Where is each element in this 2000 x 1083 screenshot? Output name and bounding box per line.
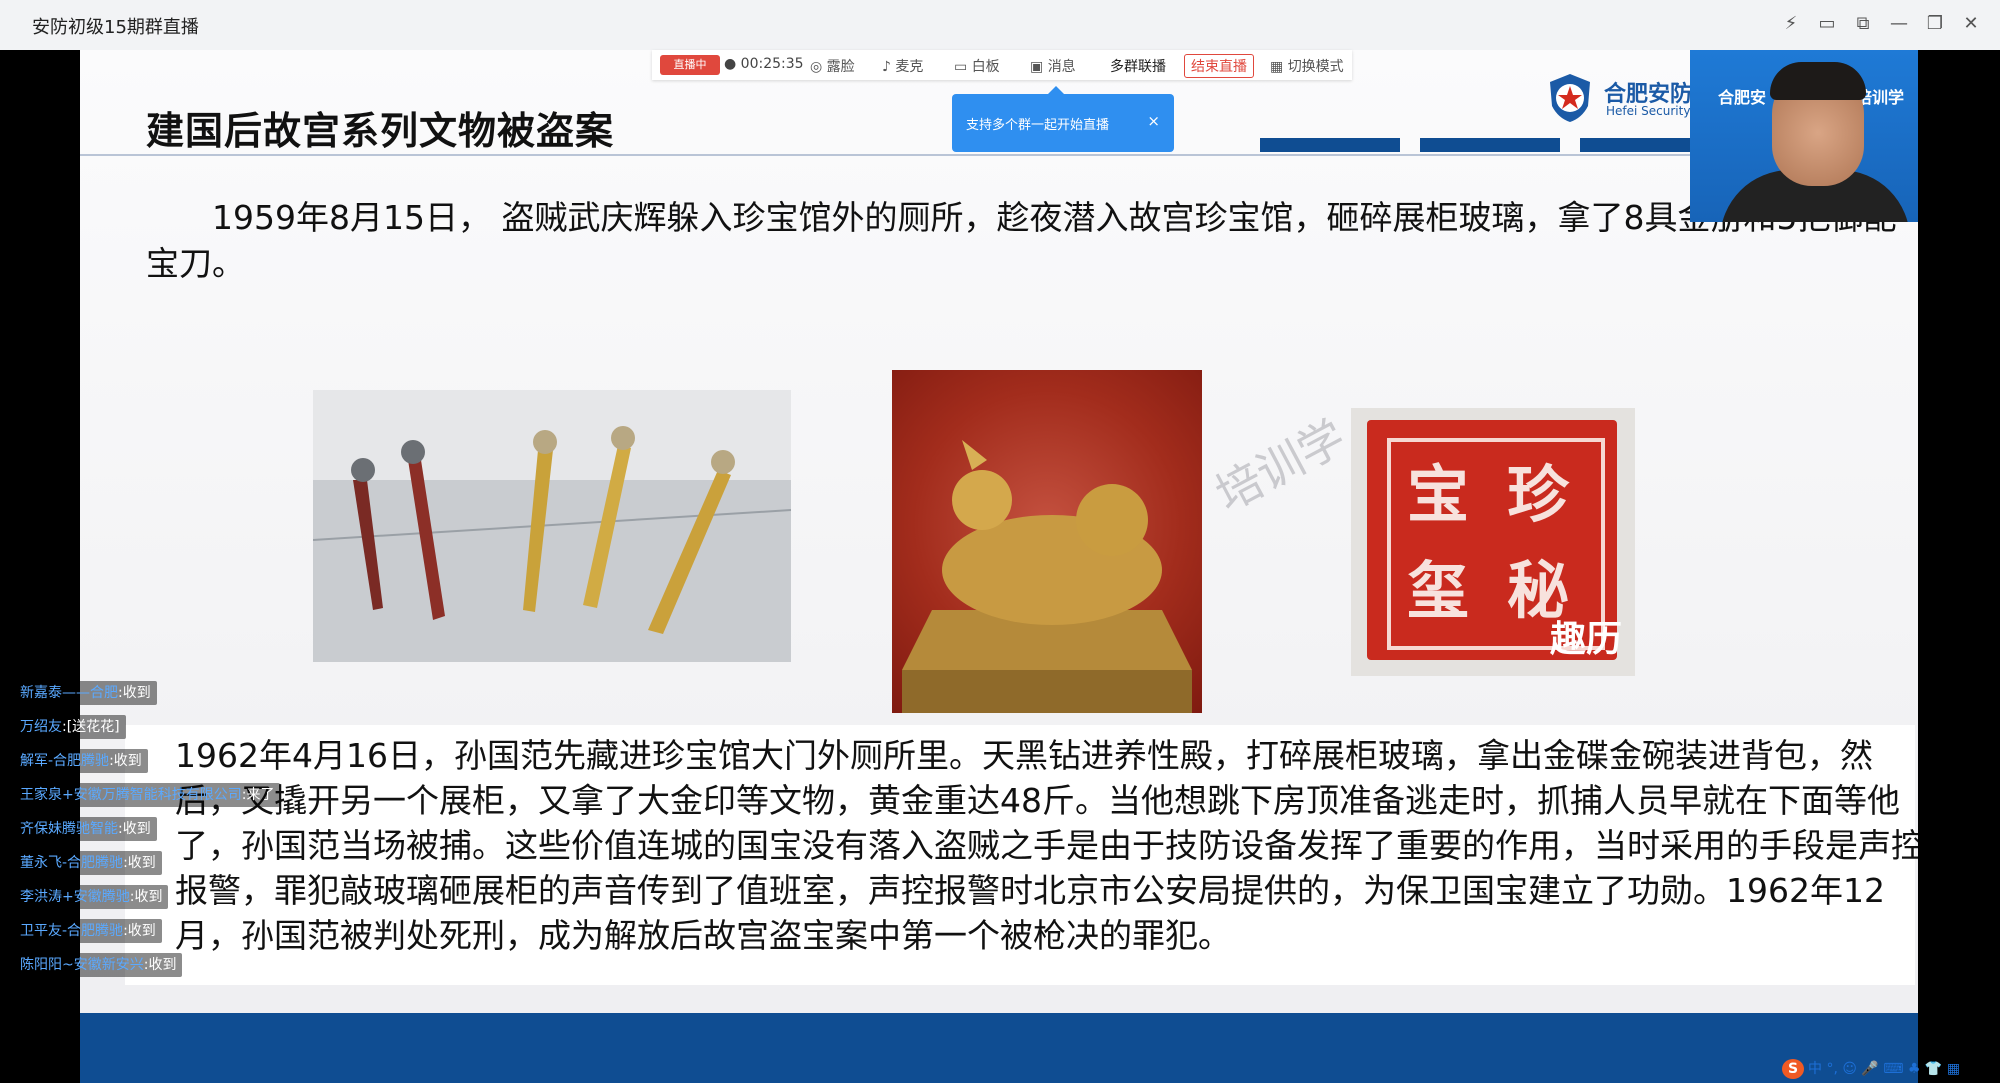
seal-character: 宝 [1407, 458, 1470, 531]
text-box-1962-case: 1962年4月16日，孙国范先藏进珍宝馆大门外厕所里。天黑钻进养性殿，打碎展柜玻… [125, 725, 1918, 985]
header-accent-bar [1260, 138, 1400, 152]
brand-logo-subtext: Hefei Security T [1606, 104, 1702, 118]
chat-comment: 陈阳阳~安徽新安兴:收到 [14, 953, 183, 977]
switch-mode-button[interactable]: ▦ 切换模式 [1270, 56, 1344, 76]
title-divider [80, 154, 1918, 156]
gold-seal-illustration [902, 440, 1192, 713]
paragraph-1959-case: 1959年8月15日， 盗贼武庆辉躲入珍宝馆外的厕所，趁夜潜入故宫珍宝馆，砸碎展… [146, 198, 1897, 283]
chat-comment: 新嘉泰——合肥:收到 [14, 681, 157, 705]
mic-toggle[interactable]: ♪ 麦克 [882, 56, 923, 76]
multi-group-tooltip: 支持多个群一起开始直播 × [952, 86, 1174, 152]
live-timer: ● 00:25:35 [724, 56, 804, 72]
chat-comment: 董永飞-合肥腾驰:收到 [14, 851, 162, 875]
paragraph-1962-case: 1962年4月16日，孙国范先藏进珍宝馆大门外厕所里。天黑钻进养性殿，打碎展柜玻… [175, 736, 1918, 955]
chat-comment: 王家泉+安徽万腾智能科技有限公司:来了 [14, 783, 281, 807]
tooltip-text: 支持多个群一起开始直播 [966, 118, 1110, 133]
sogou-ime-icon[interactable]: S [1782, 1059, 1804, 1079]
live-status-badge: 直播中 [660, 55, 720, 75]
ime-toolbar-icons[interactable]: 中 °, ☺ 🎤 ⌨ ♣ 👕 ▦ [1808, 1061, 1960, 1077]
popout-icon[interactable]: ⧉ [1848, 10, 1878, 38]
minimize-button[interactable]: — [1884, 10, 1914, 38]
presentation-slide: 建国后故宫系列文物被盗案 合肥安防 Hefei Security T 1959年… [80, 50, 1918, 1083]
message-label: 消息 [1047, 59, 1076, 75]
screen-icon[interactable]: ▭ [1812, 10, 1842, 38]
right-letterbox [1918, 50, 2000, 1083]
input-method-tray[interactable]: S中 °, ☺ 🎤 ⌨ ♣ 👕 ▦ [1782, 1058, 1960, 1080]
daggers-illustration [313, 390, 791, 662]
message-button[interactable]: ▣ 消息 [1030, 56, 1076, 76]
chat-comment: 解军-合肥腾驰:收到 [14, 749, 148, 773]
slide-title: 建国后故宫系列文物被盗案 [146, 109, 615, 153]
chat-comment: 卫平友-合肥腾驰:收到 [14, 919, 162, 943]
switch-mode-label: 切换模式 [1287, 59, 1344, 75]
presenter-hair [1770, 62, 1866, 100]
camera-label: 露脸 [826, 59, 855, 75]
close-button[interactable]: ✕ [1956, 10, 1986, 38]
header-accent-bar [1580, 138, 1690, 152]
presenter-webcam[interactable]: 合肥安 业培训学校 [1690, 50, 1918, 222]
tooltip-close-icon[interactable]: × [1147, 112, 1160, 130]
seal-character: 玺 [1407, 554, 1470, 627]
flash-icon[interactable]: ⚡ [1776, 10, 1806, 38]
daggers-photo [313, 390, 791, 662]
security-badge-icon [1550, 74, 1590, 122]
restore-button[interactable]: ❐ [1920, 10, 1950, 38]
window-controls: ⚡ ▭ ⧉ — ❐ ✕ [1776, 10, 1986, 38]
gold-seal-photo [892, 370, 1202, 713]
multi-group-broadcast-button[interactable]: 多群联播 [1110, 56, 1166, 76]
whiteboard-button[interactable]: ▭ 白板 [954, 56, 1000, 76]
chat-comment: 万绍友:[送花花] [14, 715, 126, 739]
whiteboard-label: 白板 [971, 59, 1000, 75]
end-live-button[interactable]: 结束直播 [1184, 54, 1254, 78]
live-toolbar: 直播中 ● 00:25:35 ◎ 露脸 ♪ 麦克 ▭ 白板 ▣ 消息 多群联播 … [652, 50, 1352, 80]
header-accent-bar [1420, 138, 1560, 152]
seal-character: 珍 [1507, 458, 1570, 531]
chat-comment: 李洪涛+安徽腾驰:收到 [14, 885, 169, 909]
chat-comment: 齐保妹腾驰智能:收到 [14, 817, 157, 841]
webcam-banner-left: 合肥安 [1718, 88, 1767, 107]
window-title: 安防初级15期群直播 [32, 17, 199, 38]
camera-toggle[interactable]: ◎ 露脸 [810, 56, 855, 76]
window-titlebar: 安防初级15期群直播 ⚡ ▭ ⧉ — ❐ ✕ [0, 0, 2000, 51]
mic-label: 麦克 [895, 59, 924, 75]
photo-watermark: 趣历 [1550, 619, 1623, 660]
slide-watermark: 培训学 [1206, 409, 1355, 522]
slide-footer-bar [80, 1013, 1918, 1083]
